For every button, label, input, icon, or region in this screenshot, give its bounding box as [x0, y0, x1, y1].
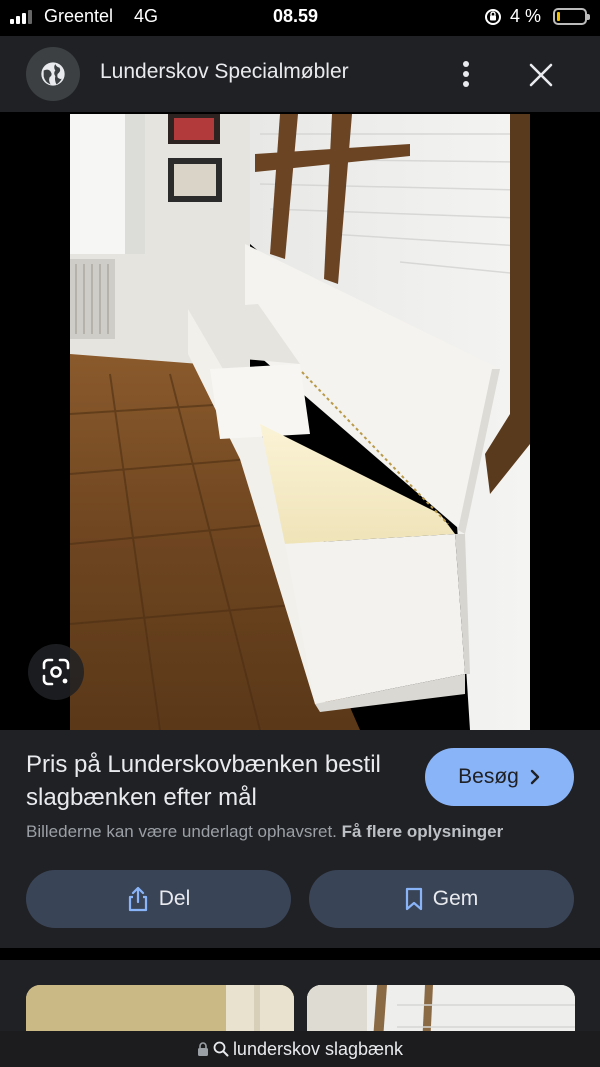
rotation-lock-icon	[485, 9, 501, 25]
copyright-notice: Billederne kan være underlagt ophavsret.…	[26, 822, 503, 842]
close-icon[interactable]	[528, 62, 554, 88]
clock: 08.59	[273, 6, 319, 26]
search-query: lunderskov slagbænk	[232, 1038, 404, 1059]
search-icon	[213, 1041, 229, 1057]
save-label: Gem	[432, 887, 479, 910]
share-icon	[128, 886, 147, 912]
url-bar[interactable]: lunderskov slagbænk	[0, 1031, 600, 1067]
image-viewer[interactable]	[0, 114, 600, 730]
copyright-text: Billederne kan være underlagt ophavsret.	[26, 822, 337, 841]
image-caption[interactable]: Pris på Lunderskovbænken bestil slagbænk…	[26, 748, 406, 814]
battery-icon	[553, 8, 590, 25]
site-name[interactable]: Lunderskov Specialmøbler	[100, 60, 349, 84]
battery-percent: 4 %	[510, 6, 542, 26]
network-type: 4G	[134, 6, 159, 26]
save-button[interactable]: Gem	[309, 870, 574, 928]
bench-photo[interactable]	[70, 114, 530, 730]
visit-label: Besøg	[458, 765, 519, 788]
site-favicon	[26, 47, 80, 101]
bench-photo-illustration	[70, 114, 530, 730]
share-label: Del	[158, 887, 191, 910]
chevron-right-icon	[530, 769, 540, 785]
globe-icon	[41, 62, 65, 86]
share-button[interactable]: Del	[26, 870, 291, 928]
google-lens-button[interactable]	[28, 644, 84, 700]
site-header: Lunderskov Specialmøbler	[0, 36, 600, 112]
signal-icon	[10, 8, 32, 24]
bookmark-icon	[405, 887, 422, 911]
status-bar: Greentel 4G 08.59 4 %	[0, 0, 600, 34]
visit-button[interactable]: Besøg	[425, 748, 574, 806]
lock-icon	[197, 1042, 208, 1056]
carrier-name: Greentel	[44, 6, 114, 26]
lens-icon	[42, 658, 70, 686]
more-vert-icon[interactable]	[456, 60, 476, 88]
image-info-panel: Pris på Lunderskovbænken bestil slagbænk…	[0, 730, 600, 948]
more-info-link[interactable]: Få flere oplysninger	[342, 822, 504, 841]
